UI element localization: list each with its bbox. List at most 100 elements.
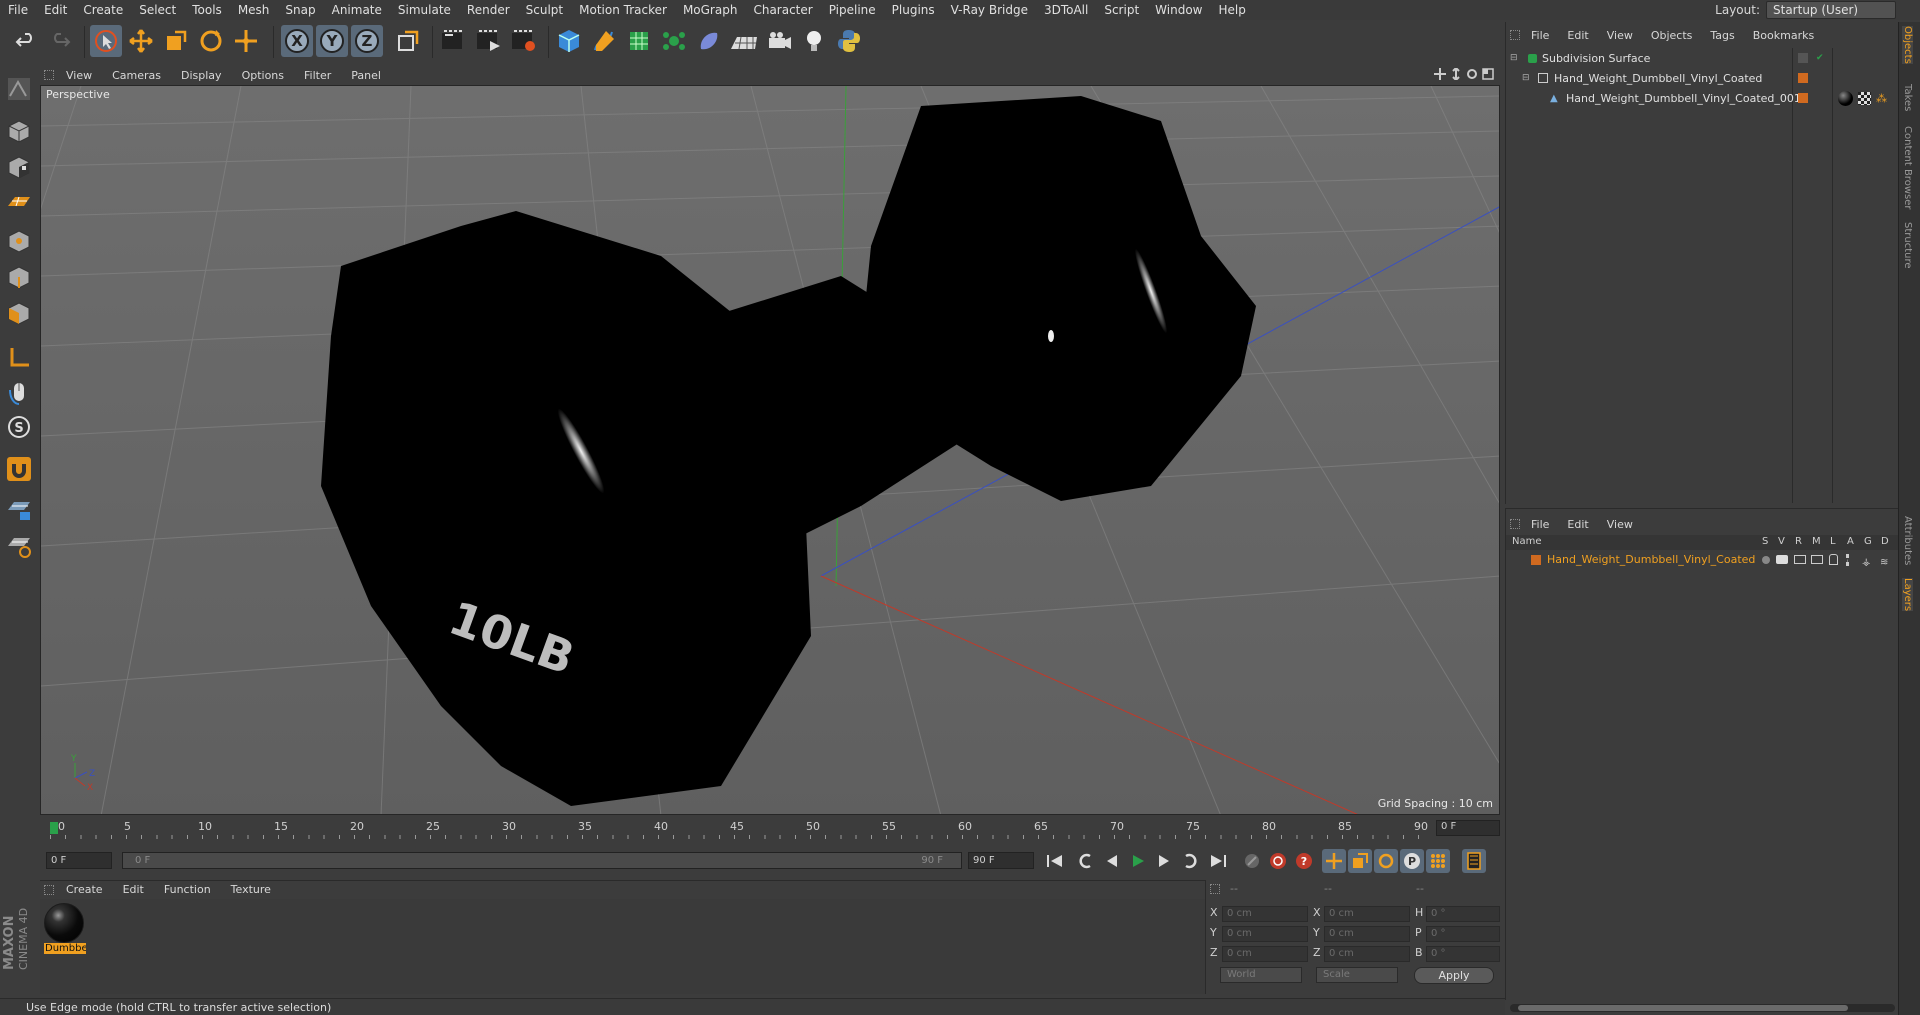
model-mode-icon[interactable] bbox=[3, 116, 35, 146]
menu-character[interactable]: Character bbox=[745, 3, 820, 17]
menu-select[interactable]: Select bbox=[131, 3, 184, 17]
coordinate-system-icon[interactable] bbox=[392, 25, 424, 57]
menu-mesh[interactable]: Mesh bbox=[230, 3, 278, 17]
rotation-h-field[interactable]: 0 ° bbox=[1426, 906, 1500, 922]
uvw-tag-icon[interactable] bbox=[1858, 92, 1871, 105]
viewport-menu-view[interactable]: View bbox=[56, 69, 102, 82]
object-menu-objects[interactable]: Objects bbox=[1642, 29, 1702, 42]
tab-takes[interactable]: Takes bbox=[1902, 84, 1913, 111]
motion-record-icon[interactable] bbox=[1240, 849, 1264, 873]
menu-snap[interactable]: Snap bbox=[277, 3, 323, 17]
current-frame-field[interactable]: 0 F bbox=[1436, 820, 1500, 836]
scale-mode-dropdown[interactable]: Scale bbox=[1316, 967, 1398, 983]
camera-icon[interactable] bbox=[763, 25, 795, 57]
object-menu-file[interactable]: File bbox=[1522, 29, 1558, 42]
make-editable-icon[interactable] bbox=[3, 74, 35, 104]
scale-z-field[interactable]: 0 cm bbox=[1324, 946, 1410, 962]
tab-structure[interactable]: Structure bbox=[1902, 222, 1913, 269]
floor-icon[interactable] bbox=[728, 25, 760, 57]
tab-content-browser[interactable]: Content Browser bbox=[1902, 126, 1913, 209]
viewport-maximize-icon[interactable] bbox=[1482, 68, 1494, 83]
menu-edit[interactable]: Edit bbox=[36, 3, 75, 17]
goto-start-icon[interactable] bbox=[1043, 849, 1067, 873]
tab-layers[interactable]: Layers bbox=[1902, 578, 1913, 612]
previous-keyframe-icon[interactable] bbox=[1074, 849, 1098, 873]
layout-dropdown[interactable]: Startup (User) bbox=[1766, 1, 1896, 19]
key-rotation-icon[interactable] bbox=[1374, 849, 1398, 873]
next-keyframe-icon[interactable] bbox=[1178, 849, 1202, 873]
subdivision-surface-icon[interactable] bbox=[623, 25, 655, 57]
object-menu-bookmarks[interactable]: Bookmarks bbox=[1744, 29, 1823, 42]
next-frame-icon[interactable] bbox=[1152, 849, 1176, 873]
layer-color-swatch[interactable] bbox=[1798, 93, 1808, 103]
key-parameter-icon[interactable]: P bbox=[1400, 849, 1424, 873]
menu-3dtoall[interactable]: 3DToAll bbox=[1036, 3, 1096, 17]
tab-objects[interactable]: Objects bbox=[1902, 26, 1913, 64]
scale-x-field[interactable]: 0 cm bbox=[1324, 906, 1410, 922]
enable-axis-icon[interactable] bbox=[3, 342, 35, 372]
animation-icon[interactable] bbox=[1846, 554, 1849, 566]
lock-icon[interactable] bbox=[1829, 554, 1838, 565]
menu-simulate[interactable]: Simulate bbox=[390, 3, 459, 17]
snap-icon[interactable]: S bbox=[3, 412, 35, 442]
generators-icon[interactable]: ⚶ bbox=[1862, 554, 1871, 572]
render-view-icon[interactable] bbox=[437, 25, 469, 57]
viewport-menu-filter[interactable]: Filter bbox=[294, 69, 341, 82]
phong-tag-icon[interactable]: ⁂ bbox=[1876, 89, 1887, 108]
move-icon[interactable] bbox=[125, 25, 157, 57]
object-menu-tags[interactable]: Tags bbox=[1701, 29, 1743, 42]
autokeying-icon[interactable]: ? bbox=[1292, 849, 1316, 873]
rotation-b-field[interactable]: 0 ° bbox=[1426, 946, 1500, 962]
magnet-icon[interactable] bbox=[3, 454, 35, 484]
layer-menu-file[interactable]: File bbox=[1522, 518, 1558, 531]
timeline-window-icon[interactable] bbox=[1462, 849, 1486, 873]
workplane-grid-icon[interactable] bbox=[3, 530, 35, 560]
scrollbar-thumb[interactable] bbox=[1518, 1005, 1848, 1011]
start-frame-field[interactable]: 0 F bbox=[46, 852, 112, 869]
solo-icon[interactable] bbox=[1762, 556, 1770, 564]
workplane-icon[interactable] bbox=[3, 186, 35, 216]
timeline-playhead[interactable] bbox=[50, 822, 58, 834]
apply-button[interactable]: Apply bbox=[1414, 967, 1494, 984]
tweak-mode-icon[interactable] bbox=[3, 378, 35, 408]
viewport-menu-panel[interactable]: Panel bbox=[341, 69, 391, 82]
timeline-ruler[interactable]: 0 5 10 15 20 25 30 35 40 45 50 55 60 65 … bbox=[40, 818, 1500, 840]
end-frame-field[interactable]: 90 F bbox=[968, 852, 1034, 869]
layer-color-swatch[interactable] bbox=[1798, 73, 1808, 83]
layer-scrollbar[interactable] bbox=[1510, 1004, 1895, 1012]
menu-mograph[interactable]: MoGraph bbox=[675, 3, 746, 17]
menu-motion-tracker[interactable]: Motion Tracker bbox=[571, 3, 675, 17]
menu-plugins[interactable]: Plugins bbox=[884, 3, 943, 17]
menu-tools[interactable]: Tools bbox=[184, 3, 230, 17]
manager-icon[interactable] bbox=[1811, 555, 1823, 564]
material-swatch[interactable]: Dumbbe bbox=[44, 903, 86, 961]
viewport-menu-display[interactable]: Display bbox=[171, 69, 232, 82]
material-menu-create[interactable]: Create bbox=[56, 883, 113, 896]
deformer-icon[interactable] bbox=[693, 25, 725, 57]
layer-menu-edit[interactable]: Edit bbox=[1558, 518, 1597, 531]
light-icon[interactable] bbox=[798, 25, 830, 57]
enabled-check-icon[interactable]: ✔ bbox=[1816, 49, 1824, 68]
object-menu-view[interactable]: View bbox=[1598, 29, 1642, 42]
previous-frame-icon[interactable] bbox=[1100, 849, 1124, 873]
python-icon[interactable] bbox=[833, 25, 865, 57]
z-axis-lock-icon[interactable]: Z bbox=[351, 25, 383, 57]
collapse-toggle-icon[interactable]: ⊟ bbox=[1510, 49, 1518, 68]
material-menu-function[interactable]: Function bbox=[154, 883, 221, 896]
scale-icon[interactable] bbox=[160, 25, 192, 57]
material-tag-icon[interactable] bbox=[1838, 91, 1853, 106]
collapse-toggle-icon[interactable]: ⊟ bbox=[1522, 69, 1530, 88]
rotate-icon[interactable] bbox=[195, 25, 227, 57]
rotation-p-field[interactable]: 0 ° bbox=[1426, 926, 1500, 942]
layer-row[interactable]: Hand_Weight_Dumbbell_Vinyl_Coated ⚶ ≋ bbox=[1506, 551, 1899, 569]
menu-create[interactable]: Create bbox=[75, 3, 131, 17]
deformers-icon[interactable]: ≋ bbox=[1880, 554, 1888, 572]
tab-attributes[interactable]: Attributes bbox=[1902, 516, 1913, 565]
points-mode-icon[interactable] bbox=[3, 226, 35, 256]
key-position-icon[interactable] bbox=[1322, 849, 1346, 873]
position-z-field[interactable]: 0 cm bbox=[1222, 946, 1308, 962]
menu-sculpt[interactable]: Sculpt bbox=[518, 3, 571, 17]
menu-file[interactable]: File bbox=[0, 3, 36, 17]
object-row-subdivision-surface[interactable]: ⊟ Subdivision Surface ✔ bbox=[1506, 49, 1899, 68]
cube-icon[interactable] bbox=[553, 25, 585, 57]
